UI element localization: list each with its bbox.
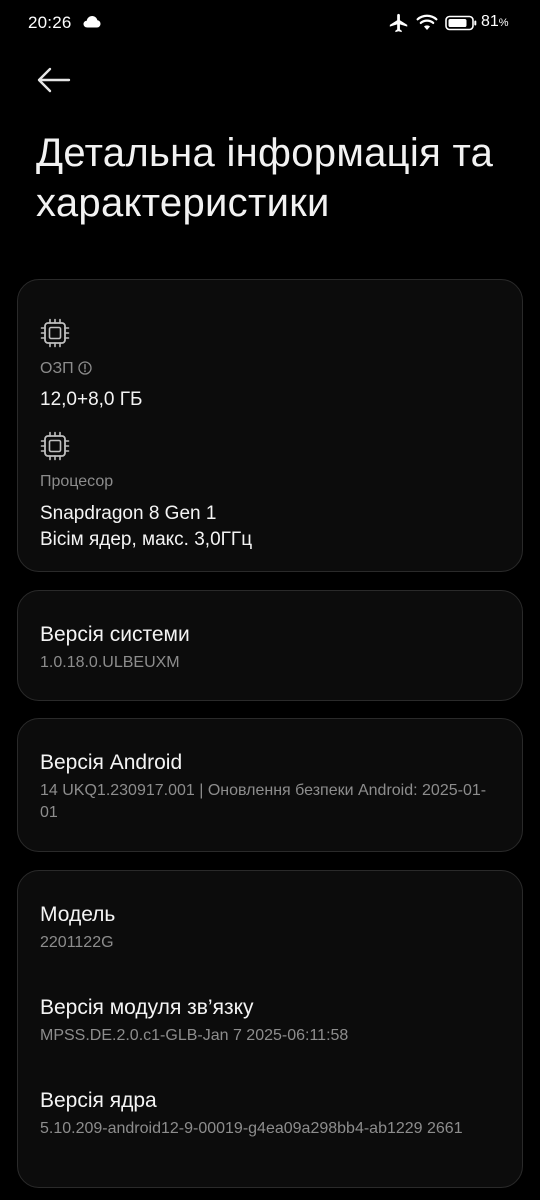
airplane-mode-icon (389, 13, 408, 33)
android-version-title: Версія Android (40, 751, 183, 774)
processor-name: Snapdragon 8 Gen 1 (40, 503, 217, 524)
back-button[interactable] (30, 60, 76, 100)
system-version-title: Версія системи (40, 623, 190, 646)
info-icon[interactable] (77, 361, 92, 375)
status-bar: 20:26 81% (0, 0, 540, 48)
android-version-value: 14 UKQ1.230917.001 | Оновлення безпеки A… (40, 782, 487, 821)
status-time: 20:26 (28, 13, 72, 32)
baseband-title: Версія модуля зв’язку (40, 996, 254, 1019)
model-value: 2201122G (40, 934, 114, 951)
chip-icon (40, 431, 70, 461)
wifi-icon (416, 14, 438, 30)
battery-percent: 81% (481, 13, 509, 30)
system-version-value: 1.0.18.0.ULBEUXM (40, 654, 180, 671)
model-title: Модель (40, 903, 116, 926)
cloud-icon (83, 16, 101, 28)
page-title: Детальна інформація та характеристики (36, 131, 494, 225)
specs-card: ОЗП 12,0+8,0 ГБ Процесор Snapdragon 8 Ge… (17, 279, 523, 572)
system-version-card[interactable]: Версія системи 1.0.18.0.ULBEUXM (17, 590, 523, 701)
kernel-value: 5.10.209-android12-9-00019-g4ea09a298bb4… (40, 1120, 463, 1137)
baseband-value: MPSS.DE.2.0.c1-GLB-Jan 7 2025-06:11:58 (40, 1027, 349, 1044)
ram-value: 12,0+8,0 ГБ (40, 389, 143, 410)
chip-icon (40, 318, 70, 348)
ram-label: ОЗП (40, 360, 92, 378)
arrow-left-icon (37, 67, 71, 93)
kernel-title: Версія ядра (40, 1089, 157, 1112)
android-version-card[interactable]: Версія Android 14 UKQ1.230917.001 | Онов… (17, 718, 523, 852)
processor-label: Процесор (40, 473, 114, 490)
device-info-card: Модель 2201122G Версія модуля зв’язку MP… (17, 870, 523, 1188)
processor-cores: Вісім ядер, макс. 3,0ГГц (40, 529, 253, 550)
battery-icon (445, 15, 477, 31)
